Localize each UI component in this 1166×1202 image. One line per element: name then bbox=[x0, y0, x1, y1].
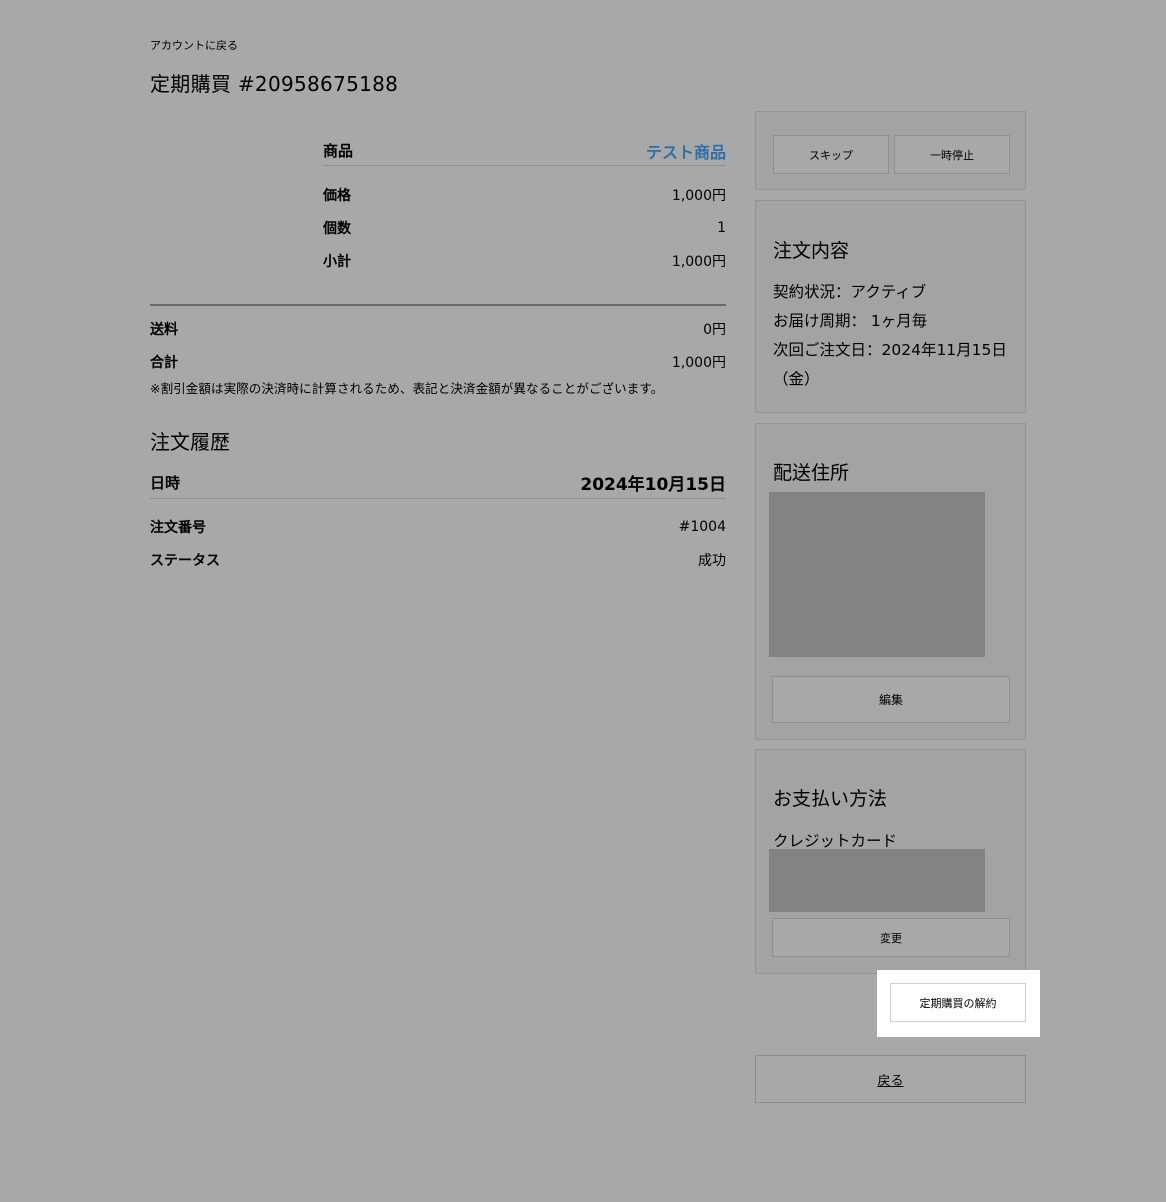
total-label: 合計 bbox=[150, 354, 178, 371]
product-summary: 商品 テスト商品 価格 1,000円 個数 1 小計 1,000円 bbox=[323, 136, 726, 277]
totals-divider bbox=[150, 304, 726, 306]
order-number-row: 注文番号 #1004 bbox=[150, 510, 726, 543]
shipping-address-panel: 配送住所 編集 bbox=[755, 423, 1026, 740]
quantity-row: 個数 1 bbox=[323, 211, 726, 244]
payment-method-panel: お支払い方法 クレジットカード 変更 bbox=[755, 749, 1026, 974]
cancel-subscription-button[interactable]: 定期購買の解約 bbox=[890, 983, 1026, 1022]
shipping-label: 送料 bbox=[150, 321, 178, 338]
total-row: 合計 1,000円 bbox=[150, 345, 726, 378]
address-redacted-block bbox=[769, 492, 985, 657]
page-title: 定期購買 #20958675188 bbox=[150, 72, 399, 96]
history-date-value: 2024年10月15日 bbox=[580, 475, 726, 495]
payment-method-type: クレジットカード bbox=[773, 832, 898, 850]
subtotal-value: 1,000円 bbox=[671, 253, 726, 270]
quantity-value: 1 bbox=[717, 219, 726, 236]
payment-method-title: お支払い方法 bbox=[773, 788, 888, 810]
order-history-title: 注文履歴 bbox=[150, 430, 230, 454]
cancel-highlight: 定期購買の解約 bbox=[877, 970, 1040, 1037]
price-label: 価格 bbox=[323, 187, 351, 204]
product-header-row: 商品 テスト商品 bbox=[323, 136, 726, 166]
product-label: 商品 bbox=[323, 142, 354, 160]
history-date-row: 日時 2024年10月15日 bbox=[150, 467, 726, 499]
back-button[interactable]: 戻る bbox=[755, 1055, 1026, 1103]
shipping-value: 0円 bbox=[703, 321, 726, 338]
discount-note: ※割引金額は実際の決済時に計算されるため、表記と決済金額が異なることがございます… bbox=[150, 381, 664, 396]
shipping-address-title: 配送住所 bbox=[773, 462, 850, 484]
shipping-row: 送料 0円 bbox=[150, 312, 726, 345]
skip-button[interactable]: スキップ bbox=[773, 135, 889, 174]
price-row: 価格 1,000円 bbox=[323, 178, 726, 211]
subscription-actions-panel: スキップ 一時停止 bbox=[755, 111, 1026, 190]
history-date-label: 日時 bbox=[150, 474, 181, 492]
back-to-account-link[interactable]: アカウントに戻る bbox=[150, 37, 238, 53]
status-value: 成功 bbox=[698, 552, 726, 569]
order-history: 日時 2024年10月15日 注文番号 #1004 ステータス 成功 bbox=[150, 467, 726, 576]
total-value: 1,000円 bbox=[671, 354, 726, 371]
quantity-label: 個数 bbox=[323, 220, 351, 237]
edit-address-button[interactable]: 編集 bbox=[772, 676, 1010, 723]
subtotal-label: 小計 bbox=[323, 253, 351, 270]
product-name-link[interactable]: テスト商品 bbox=[646, 139, 726, 163]
order-number-value: #1004 bbox=[678, 518, 726, 535]
status-row: ステータス 成功 bbox=[150, 543, 726, 576]
status-label: ステータス bbox=[150, 552, 220, 569]
order-details-title: 注文内容 bbox=[773, 240, 850, 262]
pause-button[interactable]: 一時停止 bbox=[894, 135, 1010, 174]
totals-section: 送料 0円 合計 1,000円 ※割引金額は実際の決済時に計算されるため、表記と… bbox=[150, 312, 726, 397]
price-value: 1,000円 bbox=[671, 187, 726, 204]
order-details-panel: 注文内容 契約状況：アクティブ お届け周期： 1ヶ月毎 次回ご注文日：2024年… bbox=[755, 200, 1026, 413]
card-redacted-block bbox=[769, 849, 985, 912]
change-payment-button[interactable]: 変更 bbox=[772, 918, 1010, 957]
order-details-lines: 契約状況：アクティブ お届け周期： 1ヶ月毎 次回ご注文日：2024年11月15… bbox=[773, 278, 1018, 394]
next-order-date: 次回ご注文日：2024年11月15日（金） bbox=[773, 341, 1007, 388]
contract-status: 契約状況：アクティブ bbox=[773, 283, 927, 301]
delivery-cycle: お届け周期： 1ヶ月毎 bbox=[773, 312, 928, 330]
subtotal-row: 小計 1,000円 bbox=[323, 244, 726, 277]
order-number-label: 注文番号 bbox=[150, 519, 206, 536]
